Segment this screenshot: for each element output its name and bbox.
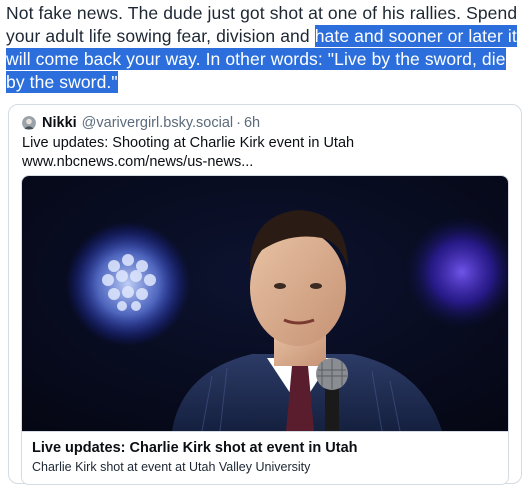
- quoted-post-time[interactable]: 6h: [244, 115, 260, 131]
- quoted-post-header: Nikki @varivergirl.bsky.social · 6h: [22, 114, 260, 132]
- link-preview-title[interactable]: Live updates: Charlie Kirk shot at event…: [32, 440, 358, 456]
- quoted-post-line: Live updates: Shooting at Charlie Kirk e…: [22, 135, 355, 151]
- separator-dot: ·: [236, 115, 241, 131]
- quoted-post-link-text[interactable]: www.nbcnews.com/news/us-news...: [22, 153, 512, 172]
- link-preview-card[interactable]: Live updates: Charlie Kirk shot at event…: [21, 175, 509, 485]
- quoted-author-handle[interactable]: @varivergirl.bsky.social: [82, 115, 233, 131]
- avatar-icon[interactable]: [22, 116, 36, 130]
- post-text: Not fake news. The dude just got shot at…: [6, 2, 526, 94]
- link-preview-description: Charlie Kirk shot at event at Utah Valle…: [32, 460, 311, 474]
- quoted-post-body: Live updates: Shooting at Charlie Kirk e…: [22, 134, 512, 171]
- link-preview-footer: Live updates: Charlie Kirk shot at event…: [22, 431, 508, 484]
- quoted-author-name[interactable]: Nikki: [42, 115, 77, 131]
- link-preview-image[interactable]: [22, 176, 509, 431]
- quoted-post[interactable]: Nikki @varivergirl.bsky.social · 6h Live…: [8, 104, 522, 485]
